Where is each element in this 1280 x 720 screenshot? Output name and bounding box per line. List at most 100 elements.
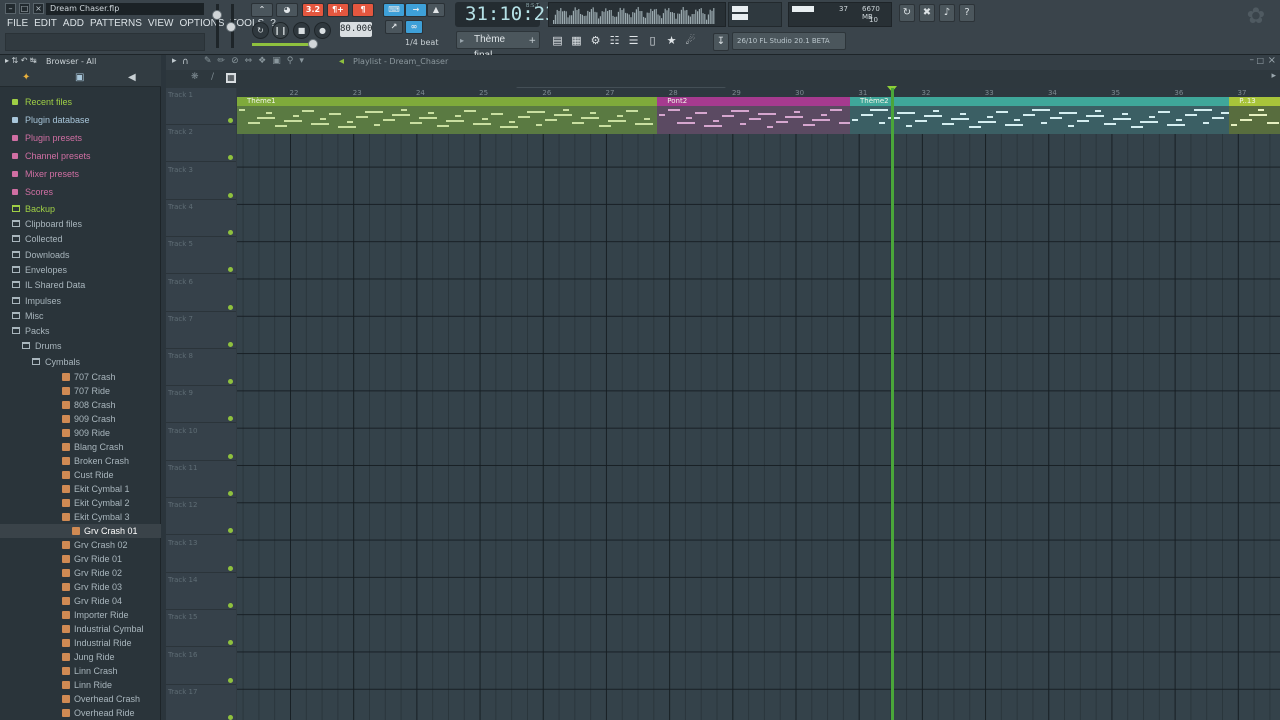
browser-item-broken-crash[interactable]: Broken Crash: [0, 454, 161, 468]
browser-item-recent-files[interactable]: Recent files: [0, 95, 161, 109]
browser-item-industrial-cymbal[interactable]: Industrial Cymbal: [0, 622, 161, 636]
pattern-play-icon[interactable]: ◂: [339, 56, 344, 67]
browser-item-plugin-database[interactable]: Plugin database: [0, 113, 161, 127]
microphone-icon[interactable]: ♪: [939, 4, 955, 22]
menu-view[interactable]: VIEW: [145, 17, 177, 31]
track-header[interactable]: Track 17: [166, 685, 236, 720]
track-header[interactable]: Track 7: [166, 312, 236, 349]
track-mute-led[interactable]: [228, 528, 233, 534]
snap-selector[interactable]: 1/4 beat: [405, 38, 438, 47]
multilink-icon[interactable]: ↗: [385, 20, 403, 34]
download-icon[interactable]: ↧: [713, 33, 729, 51]
tempo-display[interactable]: 80.000: [340, 22, 373, 37]
touch-keyboard-icon[interactable]: ☄: [683, 32, 698, 50]
browser-item-backup[interactable]: Backup: [0, 202, 161, 216]
track-header[interactable]: Track 14: [166, 573, 236, 610]
browser-item-cymbals[interactable]: Cymbals: [0, 355, 161, 369]
browser-item-grv-crash-01[interactable]: Grv Crash 01: [0, 524, 161, 538]
master-pitch-handle[interactable]: [226, 22, 236, 32]
browser-item-mixer-presets[interactable]: Mixer presets: [0, 167, 161, 181]
browser-item-grv-ride-02[interactable]: Grv Ride 02: [0, 566, 161, 580]
browser-item-grv-ride-04[interactable]: Grv Ride 04: [0, 594, 161, 608]
timeline-ruler[interactable]: 22 23 24 25 26 27 28 29 30 31 32 33 34 35 36 37: [237, 88, 1280, 97]
track-mute-led[interactable]: [228, 602, 233, 608]
browser-item-909-crash[interactable]: 909 Crash: [0, 412, 161, 426]
wait-input-button[interactable]: ◕: [276, 3, 298, 17]
song-mode-icon[interactable]: ↻: [252, 22, 269, 39]
file-icon[interactable]: ▣: [75, 72, 84, 83]
browser-item-clipboard-files[interactable]: Clipboard files: [0, 217, 161, 231]
browser-item-909-ride[interactable]: 909 Ride: [0, 426, 161, 440]
countdown-button[interactable]: 3.2: [302, 3, 324, 17]
browser-item-jung-ride[interactable]: Jung Ride: [0, 650, 161, 664]
browser-menu-arrows-icon[interactable]: ▸ ⇅ ↶ ↹: [5, 56, 37, 65]
collapse-icon[interactable]: ✦: [22, 72, 30, 83]
restore-icon[interactable]: □: [19, 3, 30, 14]
track-mute-led[interactable]: [228, 229, 233, 235]
browser-item-ekit-cymbal-1[interactable]: Ekit Cymbal 1: [0, 482, 161, 496]
track-header[interactable]: Track 6: [166, 275, 236, 312]
news-panel[interactable]: 26/10 FL Studio 20.1 BETA: [732, 32, 846, 50]
track-header[interactable]: Track 1: [166, 88, 236, 125]
zoom-icon[interactable]: ❋: [191, 72, 199, 82]
mixer-icon[interactable]: ☷: [607, 32, 622, 50]
swing-handle[interactable]: [308, 39, 318, 49]
pattern-clip[interactable]: Pont2: [657, 97, 851, 134]
browser-item-industrial-ride[interactable]: Industrial Ride: [0, 636, 161, 650]
playlist-icon[interactable]: ▤: [550, 32, 565, 50]
scroll-right-icon[interactable]: ▸: [1271, 71, 1276, 81]
track-mute-led[interactable]: [228, 453, 233, 459]
help-icon[interactable]: ?: [959, 4, 975, 22]
playlist-tools-icon[interactable]: ✎✏⊘⇔❖▣⚲▾: [204, 56, 310, 66]
close-playlist-icon[interactable]: ×: [1268, 55, 1276, 66]
magnet-icon[interactable]: ∩: [182, 57, 189, 67]
metronome-icon[interactable]: ▲: [427, 3, 445, 17]
track-header[interactable]: Track 15: [166, 610, 236, 648]
browser-item-drums[interactable]: Drums: [0, 339, 161, 353]
pattern-clip[interactable]: Thème2: [850, 97, 1230, 134]
swing-slider[interactable]: [252, 43, 316, 46]
browser-item-707-ride[interactable]: 707 Ride: [0, 384, 161, 398]
step-edit-mode-button[interactable]: →: [405, 3, 427, 17]
plugin-picker-icon[interactable]: ★: [664, 32, 679, 50]
track-header[interactable]: Track 13: [166, 536, 236, 573]
browser-item-808-crash[interactable]: 808 Crash: [0, 398, 161, 412]
browser-item-collected[interactable]: Collected: [0, 232, 161, 246]
browser-item-scores[interactable]: Scores: [0, 185, 161, 199]
track-header[interactable]: Track 10: [166, 424, 236, 461]
master-volume-handle[interactable]: [212, 10, 222, 20]
browser-item-il-shared-data[interactable]: IL Shared Data: [0, 278, 161, 292]
track-header[interactable]: Track 3: [166, 163, 236, 200]
browser-item-grv-crash-02[interactable]: Grv Crash 02: [0, 538, 161, 552]
track-mute-led[interactable]: [228, 416, 233, 422]
menu-add[interactable]: ADD: [60, 17, 87, 31]
playlist-menu-icon[interactable]: ▸: [172, 56, 177, 66]
track-mute-led[interactable]: [228, 341, 233, 347]
track-mute-led[interactable]: [228, 640, 233, 646]
snap-line-icon[interactable]: ∕: [211, 72, 214, 82]
track-header[interactable]: Track 2: [166, 125, 236, 163]
browser-item-downloads[interactable]: Downloads: [0, 248, 161, 262]
browser-item-linn-crash[interactable]: Linn Crash: [0, 664, 161, 678]
stop-button[interactable]: ■: [293, 22, 310, 39]
browser-item-707-crash[interactable]: 707 Crash: [0, 370, 161, 384]
link-icon[interactable]: ∞: [405, 20, 423, 34]
browser-item-overhead-crash[interactable]: Overhead Crash: [0, 692, 161, 706]
track-mute-led[interactable]: [228, 155, 233, 161]
track-mute-led[interactable]: [228, 304, 233, 310]
track-mute-led[interactable]: [228, 677, 233, 683]
menu-patterns[interactable]: PATTERNS: [87, 17, 145, 31]
add-pattern-icon[interactable]: +: [528, 36, 536, 46]
minimize-icon[interactable]: –: [5, 3, 16, 14]
track-mute-led[interactable]: [228, 714, 233, 720]
browser-item-ekit-cymbal-2[interactable]: Ekit Cymbal 2: [0, 496, 161, 510]
track-header[interactable]: Track 9: [166, 386, 236, 424]
playlist-grid[interactable]: Thème1 Pont2 Thème2 P..13: [237, 97, 1280, 720]
browser-item-packs[interactable]: Packs: [0, 324, 161, 338]
browser-item-envelopes[interactable]: Envelopes: [0, 263, 161, 277]
browser-item-grv-ride-01[interactable]: Grv Ride 01: [0, 552, 161, 566]
track-header[interactable]: Track 4: [166, 200, 236, 237]
mixer-faders-icon[interactable]: ☰: [626, 32, 641, 50]
track-header[interactable]: Track 8: [166, 349, 236, 387]
menu-file[interactable]: FILE: [4, 17, 31, 31]
